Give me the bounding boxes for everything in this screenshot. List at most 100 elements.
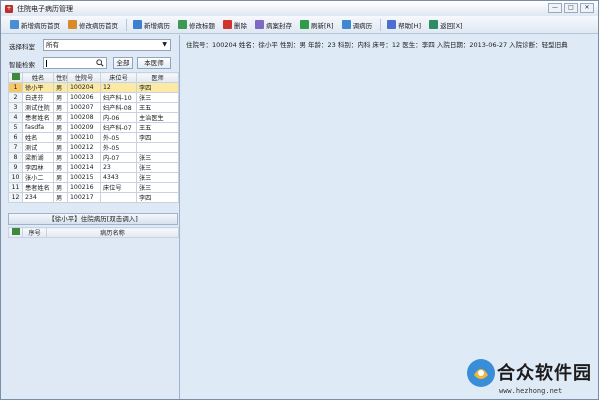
edit-title-button[interactable]: 修改标题 <box>175 18 218 32</box>
cell-name: 李四林 <box>22 162 54 173</box>
col-header-id[interactable]: 住院号 <box>67 72 101 83</box>
chevron-down-icon: ▼ <box>162 41 167 48</box>
watermark: 合众软件园 www.hezhong.net <box>463 353 599 399</box>
row-number: 3 <box>8 102 23 113</box>
cell-bed: 内-07 <box>100 152 137 163</box>
cell-inpatient-id: 100209 <box>67 122 101 133</box>
all-button[interactable]: 全部 <box>113 57 133 69</box>
toolbar-divider <box>126 18 127 31</box>
cell-doctor: 张三 <box>136 162 179 173</box>
load-record-button[interactable]: 调病历 <box>339 18 376 32</box>
seal-icon <box>255 20 264 29</box>
col-header-doctor[interactable]: 医师 <box>136 72 179 83</box>
table-row[interactable]: 2 白进芬男 100206 妇产科-10 张三 <box>8 92 179 103</box>
cell-name: 徐小平 <box>22 82 54 93</box>
table-row[interactable]: 11 患者姓名男 100216 床位号 张三 <box>8 182 179 193</box>
col-header-record-name[interactable]: 病历名称 <box>46 227 179 238</box>
row-number: 12 <box>8 192 23 203</box>
cell-name: 姓名 <box>22 132 54 143</box>
toolbar-divider <box>380 18 382 31</box>
cell-bed: 外-05 <box>100 132 137 143</box>
cell-inpatient-id: 100217 <box>67 192 101 203</box>
cell-doctor: 李四 <box>136 82 179 93</box>
cell-bed: 12 <box>100 82 137 93</box>
refresh-icon <box>300 20 309 29</box>
col-header-name[interactable]: 姓名 <box>22 72 54 83</box>
cell-name: 患者姓名 <box>22 112 54 123</box>
search-icon <box>96 59 104 67</box>
seal-record-button[interactable]: 病案封存 <box>252 18 295 32</box>
title-bar: + 住院电子病历管理 — □ ✕ <box>1 1 598 16</box>
records-header: 【徐小平】住院病历[双击调入] <box>8 213 178 225</box>
new-record-button[interactable]: 新增病历 <box>130 18 173 32</box>
help-icon <box>387 20 397 29</box>
table-row[interactable]: 6 姓名男 100210 外-05 李四 <box>8 132 179 143</box>
edit-front-page-button[interactable]: 修改病历首页 <box>65 18 121 32</box>
maximize-button[interactable]: □ <box>564 3 578 13</box>
cell-inpatient-id: 100212 <box>67 142 101 153</box>
dept-select-value: 所有 <box>46 41 59 49</box>
cell-sex: 男 <box>53 182 68 193</box>
records-table: 序号 病历名称 <box>8 227 179 238</box>
row-number: 10 <box>8 172 23 183</box>
cell-sex: 男 <box>53 92 68 103</box>
edit-title-icon <box>178 20 187 29</box>
close-button[interactable]: ✕ <box>580 3 594 13</box>
cell-doctor: 李四 <box>136 192 179 203</box>
search-input[interactable] <box>43 57 107 69</box>
table-row[interactable]: 10 张小二男 100215 4343 张三 <box>8 172 179 183</box>
my-patients-button[interactable]: 本医师 <box>137 57 171 69</box>
table-row[interactable]: 9 李四林男 100214 23 张三 <box>8 162 179 173</box>
app-icon: + <box>5 4 13 13</box>
table-row[interactable]: 3 测试住院男 100207 妇产科-08 王五 <box>8 102 179 113</box>
cell-name: 测试 <box>22 142 54 153</box>
cell-doctor: 张三 <box>136 182 179 193</box>
minimize-button[interactable]: — <box>548 3 562 13</box>
return-button[interactable]: 返回[X] <box>426 18 466 32</box>
cell-doctor: 张三 <box>136 172 179 183</box>
cell-doctor: 李四 <box>136 132 179 143</box>
table-row[interactable]: 5 fasdfa 男 100209 妇产科-07 王五 <box>8 122 179 133</box>
patient-table: 姓名 性别 住院号 床位号 医师 1 徐小平男 100204 12 李四 2 白进芬男 100… <box>8 72 179 203</box>
grid-corner-icon <box>11 73 20 80</box>
edit-page-icon <box>68 20 77 29</box>
table-row[interactable]: 1 徐小平男 100204 12 李四 <box>8 82 179 93</box>
table-row[interactable]: 7 测试男 100212 外-05 <box>8 142 179 153</box>
cell-sex: 男 <box>53 82 68 93</box>
refresh-button[interactable]: 刷新[R] <box>297 18 337 32</box>
cell-name: 白进芬 <box>22 92 54 103</box>
table-row[interactable]: 12 234 男 100217 李四 <box>8 192 179 203</box>
help-button[interactable]: 帮助[H] <box>384 18 424 32</box>
new-front-page-button[interactable]: 新增病历首页 <box>7 18 63 32</box>
cell-name: 张小二 <box>22 172 54 183</box>
row-number: 2 <box>8 92 23 103</box>
row-number: 9 <box>8 162 23 173</box>
col-header-sex[interactable]: 性别 <box>53 72 68 83</box>
cell-bed: 4343 <box>100 172 137 183</box>
cell-bed: 妇产科-07 <box>100 122 137 133</box>
cell-inpatient-id: 100210 <box>67 132 101 143</box>
dept-select[interactable]: 所有 ▼ <box>43 39 171 51</box>
records-grid-corner[interactable] <box>8 227 23 238</box>
cell-bed: 妇产科-10 <box>100 92 137 103</box>
patient-info-line: 住院号：100204 姓名：徐小平 性别：男 年龄：23 科别：内科 床号：12… <box>186 41 568 49</box>
row-number: 11 <box>8 182 23 193</box>
delete-button[interactable]: 删除 <box>220 18 250 32</box>
cell-name: 测试住院 <box>22 102 54 113</box>
row-number: 5 <box>8 122 23 133</box>
col-header-seq[interactable]: 序号 <box>22 227 47 238</box>
table-row[interactable]: 8 梁新湖男 100213 内-07 张三 <box>8 152 179 163</box>
load-record-icon <box>341 20 351 29</box>
grid-corner[interactable] <box>8 72 23 83</box>
cell-sex: 男 <box>53 142 68 153</box>
cell-inpatient-id: 100204 <box>67 82 101 93</box>
dept-label: 选择科室 <box>9 43 35 51</box>
grid-corner-icon <box>11 228 20 235</box>
col-header-bed[interactable]: 床位号 <box>100 72 137 83</box>
cell-bed: 内-06 <box>100 112 137 123</box>
cell-inpatient-id: 100213 <box>67 152 101 163</box>
search-label: 智能检索 <box>9 61 35 69</box>
cell-inpatient-id: 100216 <box>67 182 101 193</box>
table-row[interactable]: 4 患者姓名男 100208 内-06 主治医生 <box>8 112 179 123</box>
cell-sex: 男 <box>53 192 68 203</box>
